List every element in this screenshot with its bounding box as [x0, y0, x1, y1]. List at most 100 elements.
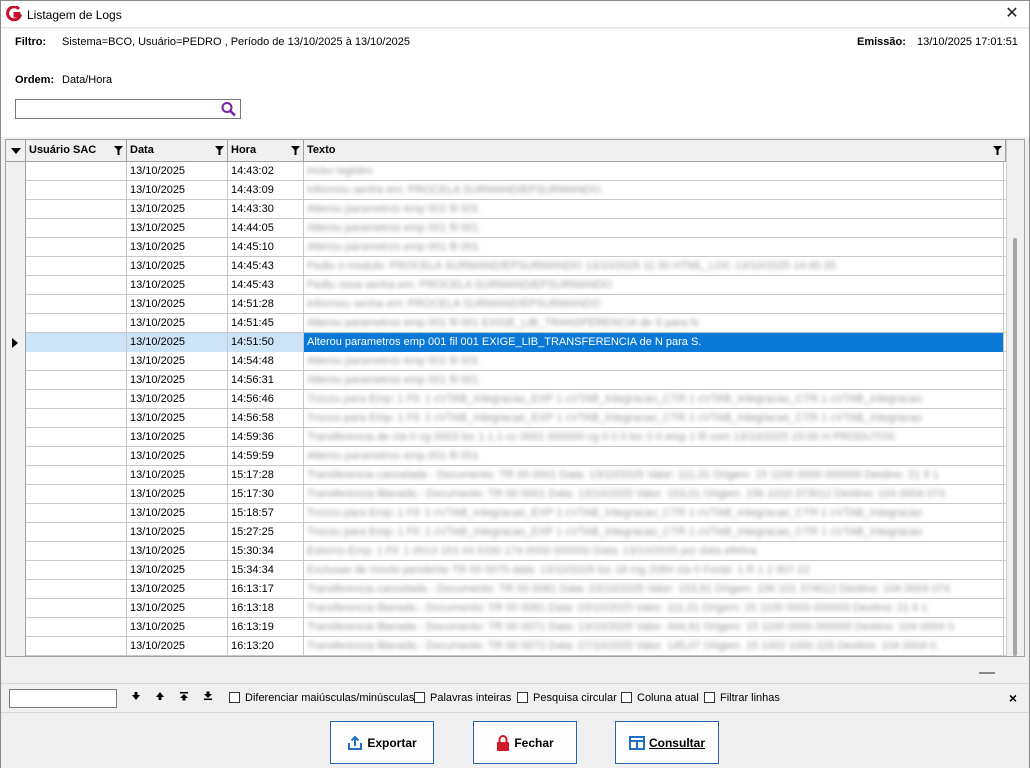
cell-hora[interactable]: 14:43:09 — [228, 181, 304, 200]
log-grid[interactable]: Usuário SAC Data Hora Texto 13/10/2025 14… — [5, 139, 1025, 657]
circular-search-checkbox[interactable]: Pesquisa circular — [517, 692, 617, 706]
table-row[interactable]: 13/10/2025 16:13:18 Transferencia liberada… — [6, 599, 1006, 618]
cell-data[interactable]: 13/10/2025 — [127, 637, 228, 656]
cell-texto[interactable]: Estorno Emp: 1 Fil: 1 0013 153 44 5330 1… — [304, 542, 1004, 561]
row-indicator[interactable] — [6, 200, 26, 219]
row-indicator[interactable] — [6, 238, 26, 257]
cell-texto[interactable]: Transferencia liberada - Documento: TR 0… — [304, 618, 1004, 637]
cell-usuario-sac[interactable] — [26, 466, 127, 485]
cell-texto[interactable]: Transferencia de cta 0 cg 0003 loc 1.1.1… — [304, 428, 1004, 447]
cell-usuario-sac[interactable] — [26, 238, 127, 257]
close-window-icon[interactable]: ✕ — [1003, 5, 1021, 23]
filter-icon[interactable] — [114, 146, 123, 155]
cell-usuario-sac[interactable] — [26, 618, 127, 637]
table-row[interactable]: 13/10/2025 16:13:19 Transferencia liberada… — [6, 618, 1006, 637]
cell-data[interactable]: 13/10/2025 — [127, 333, 228, 352]
table-row[interactable]: 13/10/2025 14:45:10 Alterou parametros emp… — [6, 238, 1006, 257]
cell-data[interactable]: 13/10/2025 — [127, 219, 228, 238]
column-header-usuario-sac[interactable]: Usuário SAC — [26, 140, 127, 161]
cell-hora[interactable]: 16:13:17 — [228, 580, 304, 599]
cell-hora[interactable]: 15:17:30 — [228, 485, 304, 504]
table-row[interactable]: 13/10/2025 15:17:30 Transferencia liberada… — [6, 485, 1006, 504]
vertical-scrollbar[interactable] — [1006, 140, 1024, 656]
table-row[interactable]: 13/10/2025 15:17:28 Transferencia cancelad… — [6, 466, 1006, 485]
cell-texto[interactable]: Transferencia cancelada - Documento: TR … — [304, 580, 1004, 599]
search-input[interactable] — [15, 99, 241, 119]
cell-usuario-sac[interactable] — [26, 542, 127, 561]
table-row[interactable]: 13/10/2025 15:34:34 Exclusao de movto pend… — [6, 561, 1006, 580]
cell-hora[interactable]: 15:34:34 — [228, 561, 304, 580]
table-row[interactable]: 13/10/2025 16:13:17 Transferencia cancelad… — [6, 580, 1006, 599]
cell-texto[interactable]: Transferencia liberada - Documento: TR 0… — [304, 599, 1004, 618]
checkbox-box[interactable] — [621, 692, 632, 703]
cell-data[interactable]: 13/10/2025 — [127, 162, 228, 181]
cell-texto[interactable]: Pediu o modulo: PROCELA SURMAND/EPSURMAN… — [304, 257, 1004, 276]
consult-button[interactable]: Consultar — [615, 721, 719, 764]
cell-data[interactable]: 13/10/2025 — [127, 485, 228, 504]
cell-usuario-sac[interactable] — [26, 333, 127, 352]
row-indicator[interactable] — [6, 618, 26, 637]
table-row[interactable]: 13/10/2025 14:56:58 Trocou para Emp: 1 Fil… — [6, 409, 1006, 428]
filter-icon[interactable] — [291, 146, 300, 155]
table-row[interactable]: 13/10/2025 14:51:28 Informou senha em: PRO… — [6, 295, 1006, 314]
cell-data[interactable]: 13/10/2025 — [127, 238, 228, 257]
filter-icon[interactable] — [215, 146, 224, 155]
row-indicator[interactable] — [6, 314, 26, 333]
cell-usuario-sac[interactable] — [26, 428, 127, 447]
filter-icon[interactable] — [993, 146, 1002, 155]
cell-hora[interactable]: 15:27:25 — [228, 523, 304, 542]
cell-hora[interactable]: 14:51:50 — [228, 333, 304, 352]
cell-hora[interactable]: 14:45:10 — [228, 238, 304, 257]
column-header-texto[interactable]: Texto — [304, 140, 1006, 161]
cell-usuario-sac[interactable] — [26, 295, 127, 314]
find-previous-button[interactable] — [153, 691, 167, 705]
cell-hora[interactable]: 14:45:43 — [228, 257, 304, 276]
cell-texto[interactable]: Alterou parametros emp 001 fil 001 — [304, 352, 1004, 371]
cell-usuario-sac[interactable] — [26, 390, 127, 409]
cell-data[interactable]: 13/10/2025 — [127, 390, 228, 409]
cell-texto[interactable]: Transferencia liberada - Documento: TR 0… — [304, 637, 1004, 656]
row-indicator[interactable] — [6, 390, 26, 409]
cell-texto[interactable]: Alterou parametros emp 001 fil 001 — [304, 447, 1004, 466]
row-indicator[interactable] — [6, 181, 26, 200]
cell-texto[interactable]: Alterou parametros emp 001 fil 001 — [304, 371, 1004, 390]
row-indicator[interactable] — [6, 637, 26, 656]
cell-data[interactable]: 13/10/2025 — [127, 466, 228, 485]
table-row[interactable]: 13/10/2025 15:18:57 Trocou para Emp: 1 Fil… — [6, 504, 1006, 523]
cell-usuario-sac[interactable] — [26, 504, 127, 523]
cell-usuario-sac[interactable] — [26, 181, 127, 200]
horizontal-scrollbar[interactable] — [5, 657, 1025, 681]
row-indicator[interactable] — [6, 561, 26, 580]
table-row[interactable]: 13/10/2025 14:43:02 Inclui registro — [6, 162, 1006, 181]
row-indicator[interactable] — [6, 409, 26, 428]
cell-usuario-sac[interactable] — [26, 561, 127, 580]
row-indicator[interactable] — [6, 542, 26, 561]
cell-data[interactable]: 13/10/2025 — [127, 200, 228, 219]
cell-texto[interactable]: Alterou parametros emp 001 fil 001 EXIGE… — [304, 333, 1004, 352]
cell-hora[interactable]: 14:45:43 — [228, 276, 304, 295]
cell-data[interactable]: 13/10/2025 — [127, 257, 228, 276]
cell-hora[interactable]: 15:18:57 — [228, 504, 304, 523]
cell-texto[interactable]: Trocou para Emp: 1 Fil: 1 cVTAB_Integrac… — [304, 523, 1004, 542]
cell-texto[interactable]: Alterou parametros emp 001 fil 001 — [304, 200, 1004, 219]
column-header-hora[interactable]: Hora — [228, 140, 304, 161]
cell-texto[interactable]: Alterou parametros emp 001 fil 001 — [304, 219, 1004, 238]
row-indicator[interactable] — [6, 219, 26, 238]
table-row[interactable]: 13/10/2025 14:51:45 Alterou parametros emp… — [6, 314, 1006, 333]
cell-texto[interactable]: Pediu nova senha em: PROCELA SURMAND/EPS… — [304, 276, 1004, 295]
row-indicator[interactable] — [6, 371, 26, 390]
cell-usuario-sac[interactable] — [26, 219, 127, 238]
column-chooser-button[interactable] — [6, 140, 26, 161]
table-row[interactable]: 13/10/2025 14:56:31 Alterou parametros emp… — [6, 371, 1006, 390]
cell-texto[interactable]: Trocou para Emp: 1 Fil: 1 cVTAB_Integrac… — [304, 390, 1004, 409]
cell-hora[interactable]: 14:44:05 — [228, 219, 304, 238]
cell-usuario-sac[interactable] — [26, 637, 127, 656]
cell-data[interactable]: 13/10/2025 — [127, 409, 228, 428]
cell-data[interactable]: 13/10/2025 — [127, 276, 228, 295]
table-row[interactable]: 13/10/2025 14:59:36 Transferencia de cta 0… — [6, 428, 1006, 447]
cell-usuario-sac[interactable] — [26, 200, 127, 219]
row-indicator[interactable] — [6, 523, 26, 542]
find-last-button[interactable] — [201, 691, 215, 705]
table-row[interactable]: 13/10/2025 14:59:59 Alterou parametros emp… — [6, 447, 1006, 466]
cell-hora[interactable]: 16:13:18 — [228, 599, 304, 618]
